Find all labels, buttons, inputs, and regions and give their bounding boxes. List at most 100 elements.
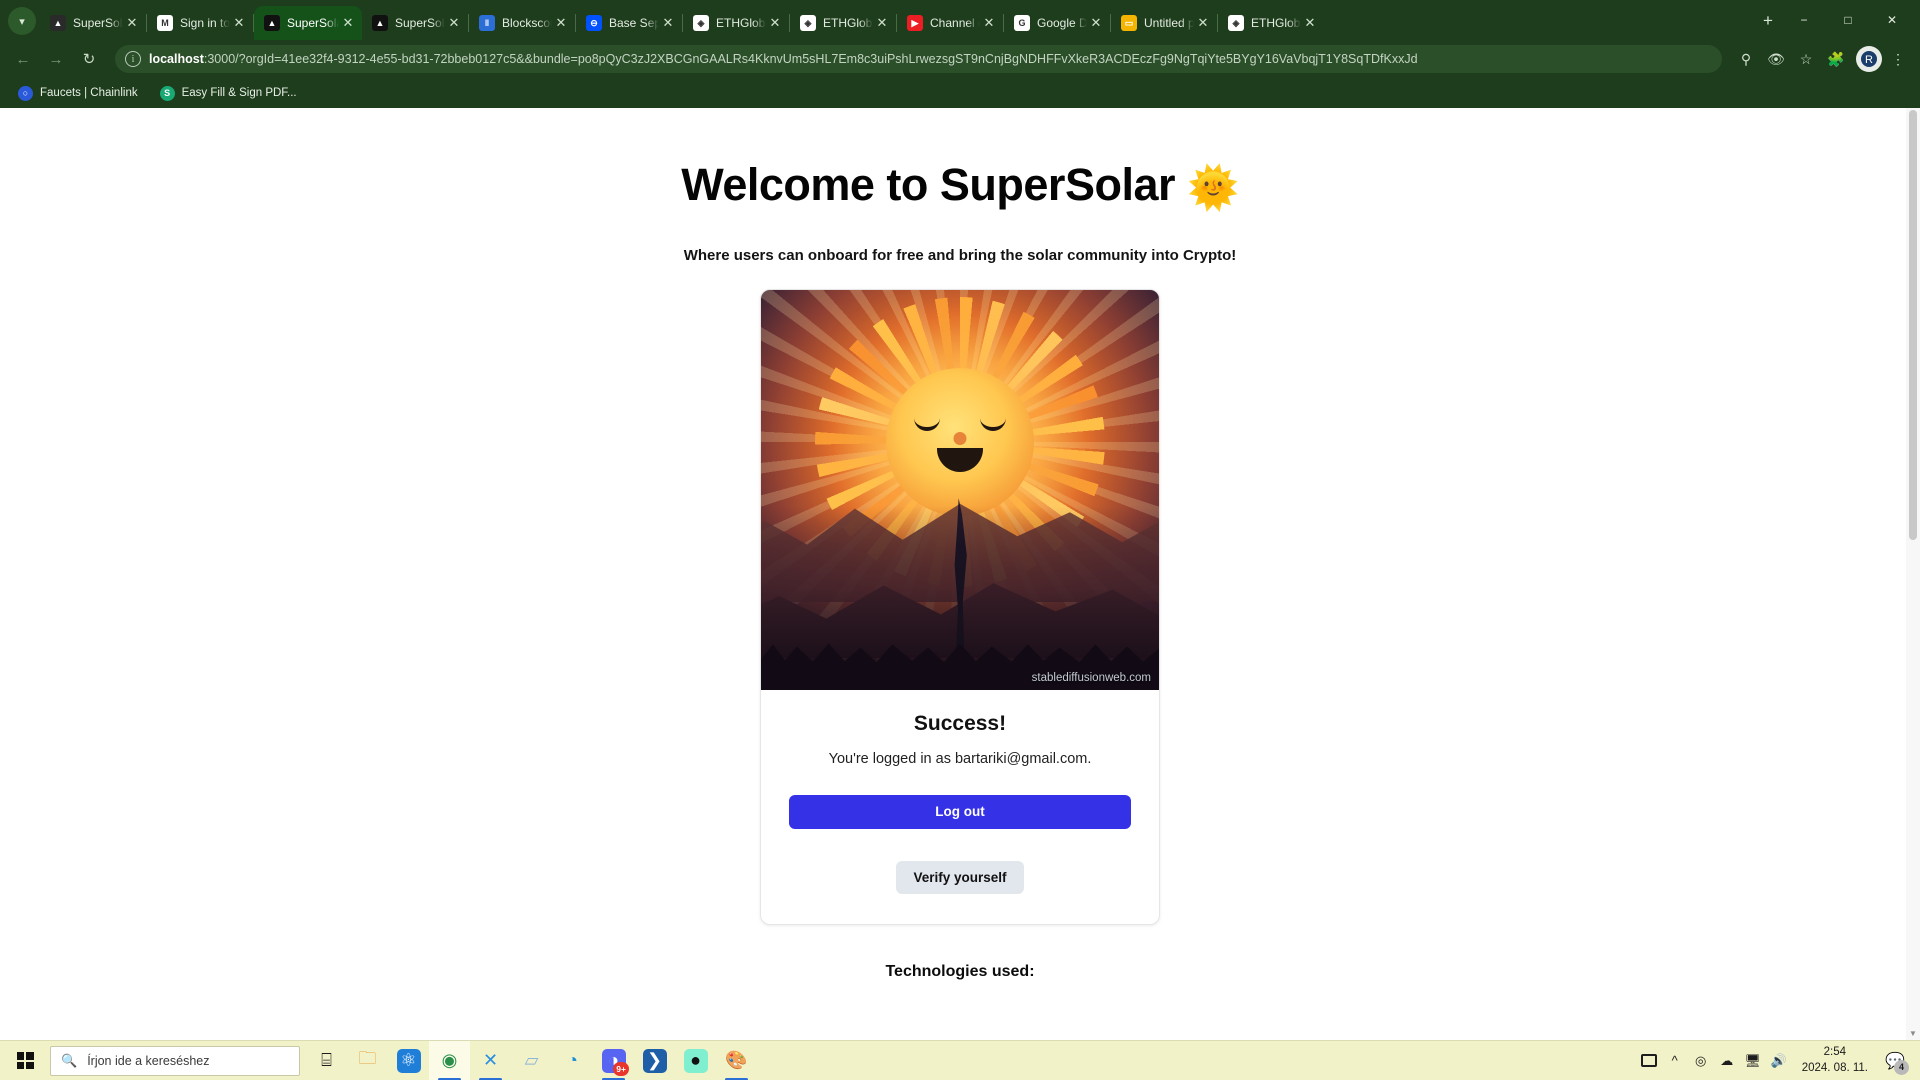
- three-dot-menu-icon[interactable]: ⋮: [1884, 45, 1912, 73]
- address-bar[interactable]: i localhost:3000/?orgId=41ee32f4-9312-4e…: [115, 45, 1722, 73]
- browser-tab[interactable]: ‖ Blockscout✕: [469, 6, 575, 40]
- action-center-icon[interactable]: 💬 4: [1878, 1041, 1912, 1080]
- taskbar-app-file-explorer[interactable]: 🗀: [347, 1041, 388, 1080]
- supersolar-icon: ▲: [372, 15, 388, 31]
- taskbar-app-react-app[interactable]: ⚛: [388, 1041, 429, 1080]
- back-button[interactable]: ←: [8, 44, 38, 74]
- tab-close-icon[interactable]: ✕: [124, 15, 140, 31]
- verify-yourself-button[interactable]: Verify yourself: [896, 861, 1024, 895]
- success-heading: Success!: [913, 712, 1007, 736]
- reload-button[interactable]: ↻: [74, 44, 104, 74]
- extensions-puzzle-icon[interactable]: 🧩: [1822, 45, 1850, 73]
- tab-close-icon[interactable]: ✕: [1302, 15, 1318, 31]
- bookmark-label: Faucets | Chainlink: [40, 87, 138, 99]
- taskbar-app-vs-code[interactable]: ✕: [470, 1041, 511, 1080]
- browser-tab[interactable]: ◈ ETHGlobal |✕: [683, 6, 789, 40]
- star-icon[interactable]: ☆: [1792, 45, 1820, 73]
- log-out-button[interactable]: Log out: [789, 795, 1131, 830]
- tab-close-icon[interactable]: ✕: [767, 15, 783, 31]
- base-icon: ⊖: [586, 15, 602, 31]
- search-zoom-icon[interactable]: ⚲: [1732, 45, 1760, 73]
- supersolar-icon: ▲: [264, 15, 280, 31]
- profile-avatar-icon[interactable]: R: [1856, 46, 1882, 72]
- start-button[interactable]: [4, 1041, 46, 1080]
- tray-date: 2024. 08. 11.: [1801, 1061, 1868, 1074]
- taskbar-app-task-view[interactable]: ⌸: [306, 1041, 347, 1080]
- sun-eye-right-icon: [980, 418, 1006, 432]
- page-title-text: Welcome to SuperSolar: [681, 159, 1175, 210]
- tab-title: SuperSolar/R: [73, 16, 124, 30]
- youtube-icon: ▶: [907, 15, 923, 31]
- browser-tab[interactable]: ▭ Untitled pres✕: [1111, 6, 1217, 40]
- tab-close-icon[interactable]: ✕: [1088, 15, 1104, 31]
- supersolar-icon: ▲: [50, 15, 66, 31]
- tray-time: 2:54: [1823, 1045, 1847, 1058]
- close-window-button[interactable]: ✕: [1870, 2, 1914, 38]
- show-hidden-icons-icon[interactable]: ^: [1662, 1041, 1688, 1080]
- new-tab-button[interactable]: +: [1754, 7, 1782, 35]
- google-icon: G: [1014, 15, 1030, 31]
- news-weather-icon[interactable]: [1636, 1041, 1662, 1080]
- scrollbar-thumb[interactable]: [1909, 110, 1917, 540]
- tab-title: Blockscout: [502, 16, 553, 30]
- browser-tab[interactable]: M Sign in to Su✕: [147, 6, 253, 40]
- tab-close-icon[interactable]: ✕: [446, 15, 462, 31]
- volume-icon[interactable]: 🔊: [1766, 1041, 1792, 1080]
- network-icon[interactable]: 🖥: [1740, 1041, 1766, 1080]
- task-view-icon: ⌸: [321, 1050, 332, 1070]
- third-party-cookie-blocked-icon[interactable]: 👁: [1762, 45, 1790, 73]
- tab-close-icon[interactable]: ✕: [874, 15, 890, 31]
- google-chrome-icon: ◉: [441, 1050, 458, 1070]
- tab-search-chevron-down-icon[interactable]: ▾: [8, 7, 36, 35]
- tab-title: SuperSolar: [287, 16, 340, 30]
- logged-in-status: You're logged in as bartariki@gmail.com.: [828, 751, 1092, 768]
- bookmark-item[interactable]: S Easy Fill & Sign PDF...: [152, 82, 305, 104]
- browser-tab[interactable]: G Google Diák✕: [1004, 6, 1110, 40]
- forward-button[interactable]: →: [41, 44, 71, 74]
- browser-tab[interactable]: ◈ ETHGlobal✕: [1218, 6, 1324, 40]
- maximize-button[interactable]: □: [1826, 2, 1870, 38]
- sun-emoji-icon: 🌞: [1187, 164, 1239, 211]
- taskbar-app-paint[interactable]: 🎨: [716, 1041, 757, 1080]
- blockscout-icon: ‖: [479, 15, 495, 31]
- page-title: Welcome to SuperSolar 🌞: [0, 160, 1920, 211]
- site-info-icon[interactable]: i: [125, 51, 141, 67]
- camera-privacy-icon[interactable]: ◎: [1688, 1041, 1714, 1080]
- browser-tab[interactable]: ▲ SuperSolar/R✕: [40, 6, 146, 40]
- tab-close-icon[interactable]: ✕: [231, 15, 247, 31]
- taskbar-app-streamlabs[interactable]: ●: [675, 1041, 716, 1080]
- tab-close-icon[interactable]: ✕: [981, 15, 997, 31]
- taskbar-app-list: ⌸ 🗀 ⚛ ◉ ✕ ▱ ◔ ◑ 9+ ❯ ● 🎨: [306, 1040, 757, 1080]
- taskbar-app-google-chrome[interactable]: ◉: [429, 1040, 470, 1080]
- scroll-down-arrow-icon[interactable]: ▼: [1906, 1026, 1920, 1040]
- taskbar-app-notepad[interactable]: ▱: [511, 1041, 552, 1080]
- chainlink-icon: ○: [18, 85, 33, 101]
- taskbar-app-microsoft-edge[interactable]: ◔: [552, 1041, 593, 1080]
- windows-logo-icon: [16, 1052, 34, 1069]
- auth-card: stablediffusionweb.com Success! You're l…: [760, 289, 1160, 926]
- page-scrollbar[interactable]: ▲ ▼: [1906, 108, 1920, 1040]
- bookmark-item[interactable]: ○ Faucets | Chainlink: [10, 82, 146, 104]
- browser-tab[interactable]: ▲ SuperSolar✕: [362, 6, 468, 40]
- magnifier-icon: 🔍: [61, 1052, 78, 1068]
- onedrive-icon[interactable]: ☁: [1714, 1041, 1740, 1080]
- sun-face-decoration: [900, 392, 1020, 492]
- tab-close-icon[interactable]: ✕: [553, 15, 569, 31]
- ethglobal-icon: ◈: [1228, 15, 1244, 31]
- tray-clock[interactable]: 2:54 2024. 08. 11.: [1792, 1045, 1878, 1076]
- browser-tab[interactable]: ▲ SuperSolar✕: [254, 6, 362, 40]
- taskbar-app-discord[interactable]: ◑ 9+: [593, 1041, 634, 1080]
- taskbar-search-input[interactable]: 🔍 Írjon ide a kereséshez: [50, 1045, 300, 1076]
- tab-close-icon[interactable]: ✕: [1195, 15, 1211, 31]
- bookmarks-bar: ○ Faucets | Chainlink S Easy Fill & Sign PD…: [0, 78, 1920, 108]
- tab-close-icon[interactable]: ✕: [340, 15, 356, 31]
- tab-close-icon[interactable]: ✕: [660, 15, 676, 31]
- browser-tab[interactable]: ▶ Channel con✕: [897, 6, 1003, 40]
- browser-tab[interactable]: ◈ ETHGlobal |✕: [790, 6, 896, 40]
- tab-title: ETHGlobal |: [823, 16, 874, 30]
- tab-title: Channel con: [930, 16, 981, 30]
- taskbar-app-powershell[interactable]: ❯: [634, 1041, 675, 1080]
- image-watermark: stablediffusionweb.com: [1031, 672, 1151, 685]
- browser-tab[interactable]: ⊖ Base Sepolia✕: [576, 6, 682, 40]
- minimize-button[interactable]: −: [1782, 2, 1826, 38]
